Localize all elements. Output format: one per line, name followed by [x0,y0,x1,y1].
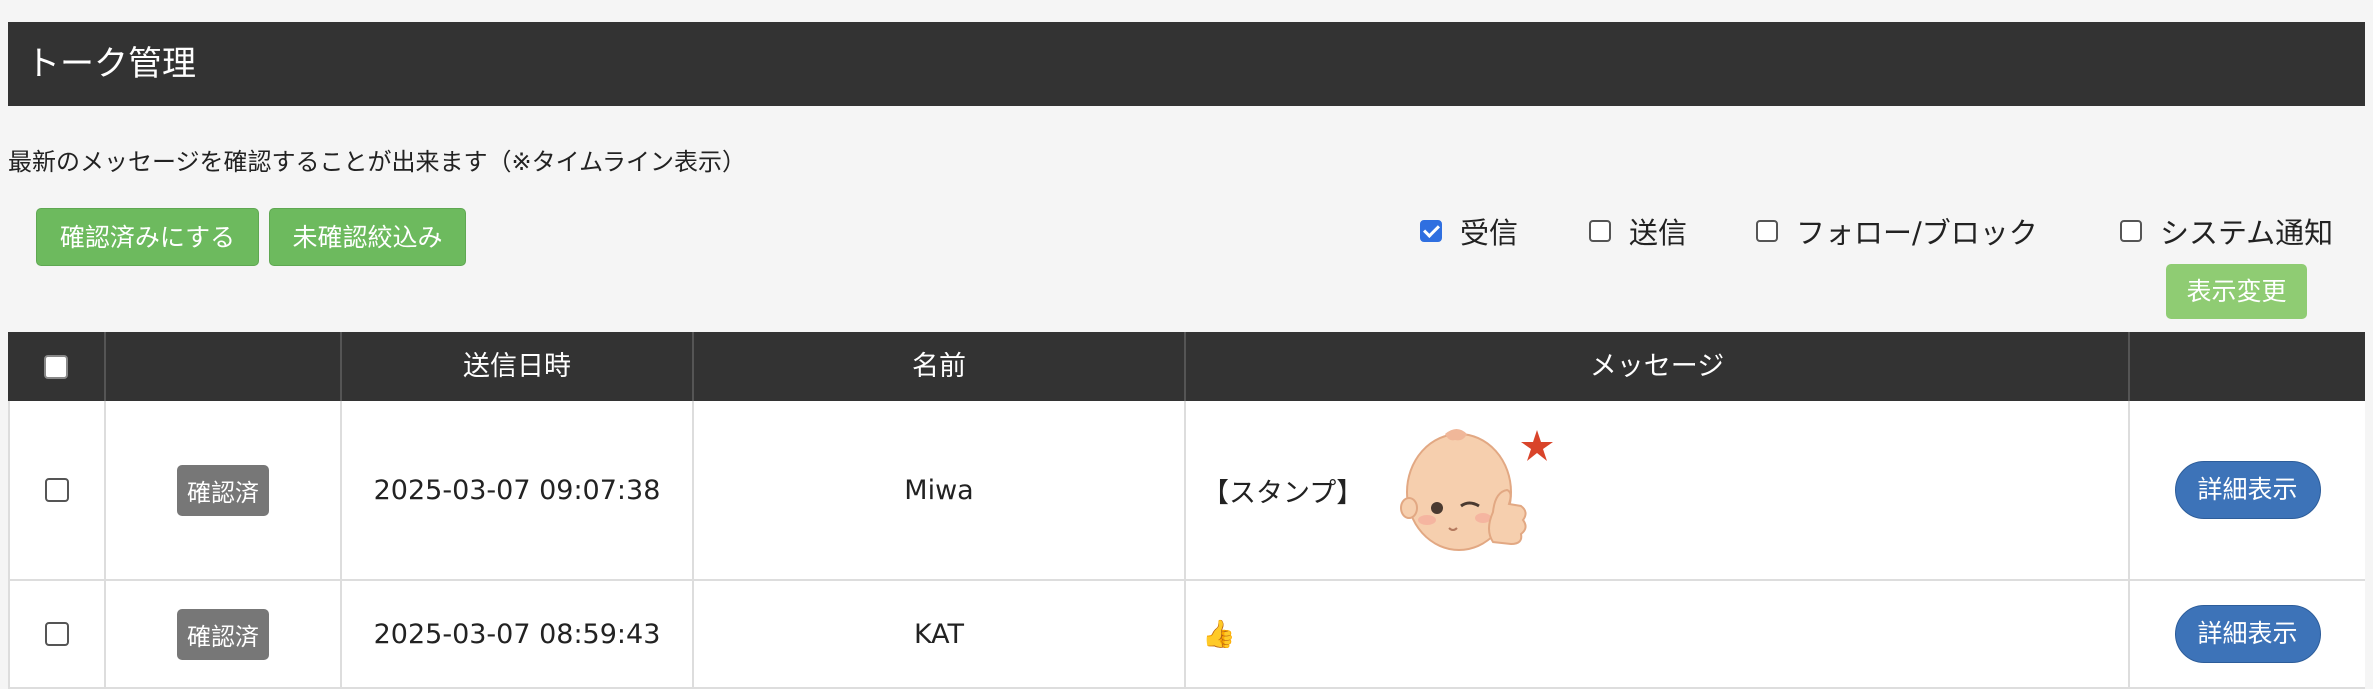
filter-unread-button[interactable]: 未確認絞込み [269,208,466,266]
row-select-cell [8,401,106,579]
header-datetime: 送信日時 [342,332,694,401]
filter-system[interactable]: システム通知 [2120,211,2333,251]
row-checkbox[interactable] [45,478,69,502]
header-status [106,332,342,401]
filter-received-checkbox[interactable] [1420,220,1442,242]
filter-sent-label: 送信 [1629,216,1688,250]
header-select-all-cell [8,332,106,401]
row-message: 【スタンプ】 [1202,477,1364,509]
filter-received[interactable]: 受信 [1420,211,1518,251]
row-datetime: 2025-03-07 09:07:38 [342,401,694,579]
filter-sent-checkbox[interactable] [1589,220,1611,242]
header-message: メッセージ [1186,332,2130,401]
row-actions-cell: 詳細表示 [2130,581,2365,687]
filter-sent[interactable]: 送信 [1589,211,1687,251]
filter-follow-block[interactable]: フォロー/ブロック [1756,211,2038,251]
header-actions [2130,332,2365,401]
filter-system-checkbox[interactable] [2120,220,2142,242]
table-header: 送信日時 名前 メッセージ [8,332,2365,401]
detail-button[interactable]: 詳細表示 [2174,605,2321,663]
table-row: 確認済 2025-03-07 09:07:38 Miwa 【スタンプ】 詳細表示 [8,401,2365,581]
row-actions-cell: 詳細表示 [2130,401,2365,579]
select-all-checkbox[interactable] [44,354,68,379]
page-subtitle: 最新のメッセージを確認することが出来ます（※タイムライン表示） [8,148,746,176]
row-checkbox[interactable] [45,622,69,646]
row-message-cell: 【スタンプ】 [1186,401,2130,579]
row-name: KAT [694,581,1186,687]
filter-received-label: 受信 [1460,216,1519,250]
thumbs-up-emoji: 👍 [1202,619,1236,650]
row-select-cell [8,581,106,687]
row-status-cell: 確認済 [106,581,342,687]
apply-view-button[interactable]: 表示変更 [2166,264,2307,319]
filter-follow-block-label: フォロー/ブロック [1796,216,2038,250]
filter-system-label: システム通知 [2160,216,2334,250]
filter-follow-block-checkbox[interactable] [1756,220,1778,242]
row-datetime: 2025-03-07 08:59:43 [342,581,694,687]
table-row: 確認済 2025-03-07 08:59:43 KAT 👍 詳細表示 [8,581,2365,689]
row-status-cell: 確認済 [106,401,342,579]
row-message-cell: 👍 [1186,581,2130,687]
status-badge: 確認済 [177,608,269,660]
baby-thumbs-up-sticker [1400,429,1554,551]
detail-button[interactable]: 詳細表示 [2174,461,2321,519]
header-name: 名前 [694,332,1186,401]
row-name: Miwa [694,401,1186,579]
status-badge: 確認済 [177,464,269,516]
page-title: トーク管理 [8,22,2365,106]
mark-read-button[interactable]: 確認済みにする [36,208,259,266]
